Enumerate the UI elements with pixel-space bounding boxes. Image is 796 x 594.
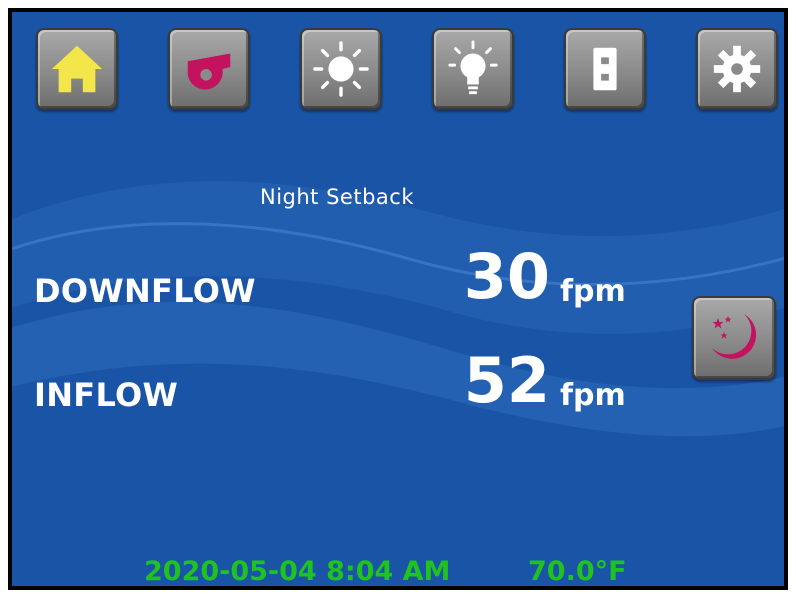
blower-icon <box>187 53 231 90</box>
light-bulb-icon <box>448 40 498 95</box>
moon-stars-icon <box>712 314 757 359</box>
outlet-icon <box>593 47 617 91</box>
outlet-button[interactable] <box>564 28 646 110</box>
home-icon <box>51 45 103 93</box>
downflow-unit: fpm <box>560 274 626 309</box>
temperature-display: 70.0°F <box>528 556 627 587</box>
uv-light-button[interactable] <box>300 28 382 110</box>
home-button[interactable] <box>36 28 118 110</box>
light-button[interactable] <box>432 28 514 110</box>
downflow-value: 30 <box>463 240 550 313</box>
uv-light-icon <box>313 41 369 97</box>
toolbar <box>36 28 778 128</box>
inflow-label: INFLOW <box>34 376 179 414</box>
blower-button[interactable] <box>168 28 250 110</box>
inflow-unit: fpm <box>560 378 626 413</box>
display-screen: Night Setback DOWNFLOW 30 fpm INFLOW 52 … <box>8 8 788 590</box>
mode-label: Night Setback <box>260 185 414 209</box>
night-setback-button[interactable] <box>692 296 776 380</box>
settings-button[interactable] <box>696 28 778 110</box>
gear-icon <box>713 45 761 93</box>
inflow-value: 52 <box>463 344 550 417</box>
datetime-display: 2020-05-04 8:04 AM <box>144 556 451 587</box>
downflow-label: DOWNFLOW <box>34 272 256 310</box>
